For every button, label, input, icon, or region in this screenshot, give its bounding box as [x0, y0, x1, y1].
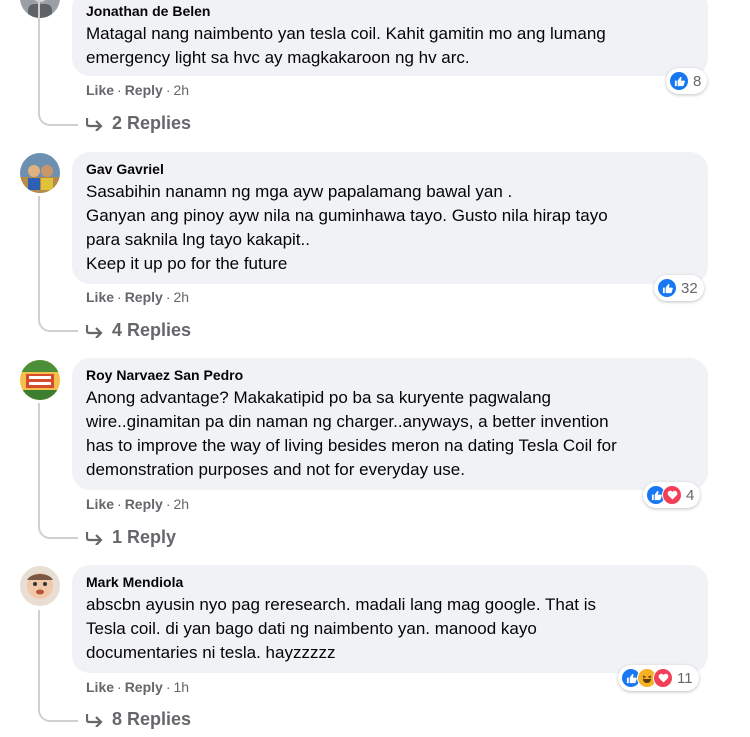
reaction-summary[interactable]: 11: [618, 665, 699, 691]
comment-author[interactable]: Mark Mendiola: [86, 573, 694, 591]
timestamp[interactable]: 2h: [173, 496, 189, 512]
timestamp[interactable]: 2h: [173, 289, 189, 305]
reaction-count: 8: [693, 72, 702, 90]
like-link[interactable]: Like: [86, 289, 114, 305]
timestamp[interactable]: 1h: [173, 679, 189, 695]
avatar[interactable]: [20, 566, 60, 606]
comment-bubble: Roy Narvaez San Pedro Anong advantage? M…: [72, 358, 708, 490]
reaction-summary[interactable]: 8: [666, 68, 708, 94]
thread-connector: [38, 610, 78, 722]
comment-bubble: Jonathan de Belen Matagal nang naimbento…: [72, 0, 708, 76]
view-replies-button[interactable]: 8 Replies: [86, 709, 191, 730]
like-icon: [657, 278, 677, 298]
like-link[interactable]: Like: [86, 679, 114, 695]
reply-link[interactable]: Reply: [125, 289, 163, 305]
view-replies-button[interactable]: 2 Replies: [86, 113, 191, 134]
like-link[interactable]: Like: [86, 496, 114, 512]
reply-arrow-icon: [86, 531, 103, 545]
comment-actions: Like · Reply · 2h: [86, 289, 189, 305]
comment-actions: Like · Reply · 2h: [86, 496, 189, 512]
avatar[interactable]: [20, 360, 60, 400]
separator: ·: [117, 679, 122, 695]
replies-label: 1 Reply: [112, 527, 177, 547]
thread-connector: [38, 0, 78, 126]
comment-author[interactable]: Gav Gavriel: [86, 160, 694, 178]
reaction-count: 4: [686, 486, 695, 504]
separator: ·: [165, 289, 171, 305]
reply-arrow-icon: [86, 117, 103, 131]
reaction-summary[interactable]: 32: [654, 275, 704, 301]
reaction-count: 32: [681, 279, 698, 297]
view-replies-button[interactable]: 1 Reply: [86, 527, 176, 548]
comment-actions: Like · Reply · 1h: [86, 679, 189, 695]
reply-arrow-icon: [86, 713, 103, 727]
reply-arrow-icon: [86, 324, 103, 338]
timestamp[interactable]: 2h: [173, 82, 189, 98]
like-icon: [669, 71, 689, 91]
reply-link[interactable]: Reply: [125, 679, 163, 695]
comment-author[interactable]: Roy Narvaez San Pedro: [86, 366, 694, 384]
replies-label: 2 Replies: [112, 113, 192, 133]
thread-connector: [38, 196, 78, 332]
separator: ·: [117, 289, 122, 305]
reply-link[interactable]: Reply: [125, 496, 163, 512]
comment-bubble: Gav Gavriel Sasabihin nanamn ng mga ayw …: [72, 152, 708, 284]
thread-connector: [38, 403, 78, 539]
separator: ·: [165, 679, 171, 695]
comment-author[interactable]: Jonathan de Belen: [86, 2, 694, 20]
comment-text: Matagal nang naimbento yan tesla coil. K…: [86, 24, 606, 67]
replies-label: 8 Replies: [112, 709, 192, 729]
love-icon: [653, 668, 673, 688]
comment-text: Anong advantage? Makakatipid po ba sa ku…: [86, 388, 617, 479]
comment-text: Sasabihin nanamn ng mga ayw papalamang b…: [86, 182, 608, 273]
love-icon: [662, 485, 682, 505]
separator: ·: [165, 82, 171, 98]
separator: ·: [165, 496, 171, 512]
like-link[interactable]: Like: [86, 82, 114, 98]
separator: ·: [117, 82, 122, 98]
separator: ·: [117, 496, 122, 512]
comment-text: abscbn ayusin nyo pag reresearch. madali…: [86, 595, 596, 662]
reply-link[interactable]: Reply: [125, 82, 163, 98]
view-replies-button[interactable]: 4 Replies: [86, 320, 191, 341]
reaction-summary[interactable]: 4: [643, 482, 701, 508]
comment-bubble: Mark Mendiola abscbn ayusin nyo pag rere…: [72, 565, 708, 673]
avatar[interactable]: [20, 153, 60, 193]
replies-label: 4 Replies: [112, 320, 192, 340]
comment-actions: Like · Reply · 2h: [86, 82, 189, 98]
reaction-count: 11: [677, 669, 693, 687]
